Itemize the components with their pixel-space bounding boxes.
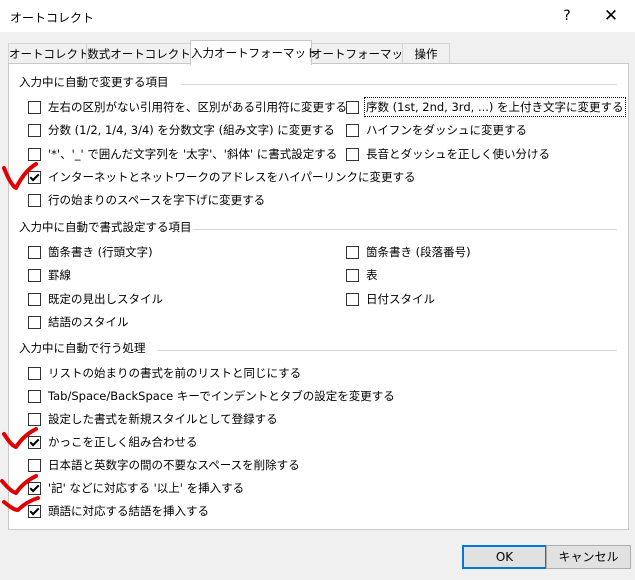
- checkbox-label: インターネットとネットワークのアドレスをハイパーリンクに変更する: [48, 170, 416, 184]
- checkbox-label: 日本語と英数字の間の不要なスペースを削除する: [48, 458, 300, 472]
- checkbox-insert-ijou[interactable]: '記' などに対応する '以上' を挿入する: [28, 480, 244, 496]
- checkbox-label: 日付スタイル: [366, 292, 435, 306]
- checkbox-box[interactable]: [28, 481, 41, 495]
- tab-panel: 入力中に自動で変更する項目 左右の区別がない引用符を、区別がある引用符に変更する…: [8, 63, 629, 530]
- checkbox-box[interactable]: [28, 193, 41, 207]
- checkbox-label: 箇条書き (段落番号): [366, 245, 471, 259]
- checkbox-date-style[interactable]: 日付スタイル: [346, 291, 435, 307]
- checkbox-box[interactable]: [28, 458, 41, 472]
- checkbox-tables[interactable]: 表: [346, 267, 378, 283]
- checkbox-label: 既定の見出しスタイル: [48, 292, 163, 306]
- checkbox-label: Tab/Space/BackSpace キーでインデントとタブの設定を変更する: [48, 389, 395, 403]
- checkbox-box[interactable]: [28, 389, 41, 403]
- close-button[interactable]: ✕: [596, 2, 626, 30]
- checkbox-fractions[interactable]: 分数 (1/2, 1/4, 3/4) を分数文字 (組み文字) に変更する: [28, 122, 335, 138]
- section-title: 入力中に自動で書式設定する項目: [19, 220, 192, 234]
- checkbox-leading-space-indent[interactable]: 行の始まりのスペースを字下げに変更する: [28, 192, 265, 208]
- section-title: 入力中に自動で変更する項目: [19, 75, 169, 89]
- checkbox-label: 設定した書式を新規スタイルとして登録する: [48, 412, 278, 426]
- checkbox-box[interactable]: [28, 147, 41, 161]
- checkbox-box[interactable]: [346, 292, 359, 306]
- checkbox-label: 罫線: [48, 268, 71, 282]
- checkbox-label: 序数 (1st, 2nd, 3rd, ...) を上付き文字に変更する: [364, 97, 626, 117]
- section-divider: [193, 229, 617, 230]
- checkbox-define-styles[interactable]: 設定した書式を新規スタイルとして登録する: [28, 411, 278, 427]
- checkbox-box[interactable]: [28, 100, 41, 114]
- checkbox-list-format[interactable]: リストの始まりの書式を前のリストと同じにする: [28, 365, 301, 381]
- cancel-button[interactable]: キャンセル: [546, 545, 631, 569]
- section-title: 入力中に自動で行う処理: [19, 341, 146, 355]
- window-title: オートコレクト: [10, 11, 95, 25]
- checkbox-box[interactable]: [28, 504, 41, 518]
- checkbox-smart-quotes[interactable]: 左右の区別がない引用符を、区別がある引用符に変更する: [28, 99, 347, 115]
- checkbox-label: 行の始まりのスペースを字下げに変更する: [48, 193, 266, 207]
- checkbox-label: 左右の区別がない引用符を、区別がある引用符に変更する: [48, 100, 347, 114]
- checkbox-label: '*'、'_' で囲んだ文字列を '太字'、'斜体' に書式設定する: [48, 147, 338, 161]
- tab-actions[interactable]: 操作: [402, 43, 450, 64]
- tab-autoformat[interactable]: オートフォーマット: [310, 43, 415, 64]
- tab-autoformat-as-you-type[interactable]: 入力オートフォーマット: [190, 40, 318, 65]
- checkbox-numbered-lists[interactable]: 箇条書き (段落番号): [346, 244, 471, 260]
- checkbox-box[interactable]: [346, 100, 359, 114]
- checkbox-hyperlinks[interactable]: インターネットとネットワークのアドレスをハイパーリンクに変更する: [28, 169, 416, 185]
- tab-autocorrect[interactable]: オートコレクト: [8, 43, 90, 64]
- checkbox-insert-closing-phrase[interactable]: 頭語に対応する結語を挿入する: [28, 503, 209, 519]
- checkbox-box[interactable]: [28, 268, 41, 282]
- checkbox-remove-spaces[interactable]: 日本語と英数字の間の不要なスペースを削除する: [28, 457, 300, 473]
- checkbox-label: 結語のスタイル: [48, 315, 129, 329]
- section-automatically-as-you-type: 入力中に自動で行う処理: [19, 340, 146, 356]
- title-bar: オートコレクト ? ✕: [0, 0, 635, 32]
- checkbox-box[interactable]: [28, 435, 41, 449]
- checkbox-box[interactable]: [346, 147, 359, 161]
- checkbox-bulleted-lists[interactable]: 箇条書き (行頭文字): [28, 244, 153, 260]
- checkbox-box[interactable]: [346, 245, 359, 259]
- checkbox-box[interactable]: [28, 123, 41, 137]
- checkbox-label: ハイフンをダッシュに変更する: [366, 123, 527, 137]
- checkbox-box[interactable]: [28, 315, 41, 329]
- section-divider: [181, 84, 617, 85]
- checkbox-box[interactable]: [28, 245, 41, 259]
- checkbox-ordinals[interactable]: 序数 (1st, 2nd, 3rd, ...) を上付き文字に変更する: [346, 97, 626, 117]
- help-button[interactable]: ?: [552, 2, 582, 30]
- checkbox-box[interactable]: [28, 170, 41, 184]
- checkbox-label: '記' などに対応する '以上' を挿入する: [48, 481, 245, 495]
- checkbox-label: リストの始まりの書式を前のリストと同じにする: [48, 366, 302, 380]
- checkbox-closing-style[interactable]: 結語のスタイル: [28, 314, 129, 330]
- checkbox-label: かっこを正しく組み合わせる: [48, 435, 198, 449]
- checkbox-label: 表: [366, 268, 378, 282]
- checkbox-box[interactable]: [28, 412, 41, 426]
- checkbox-label: 頭語に対応する結語を挿入する: [48, 504, 209, 518]
- checkbox-box[interactable]: [28, 292, 41, 306]
- section-divider: [157, 350, 617, 351]
- ok-button[interactable]: OK: [462, 545, 547, 569]
- section-format-as-you-type: 入力中に自動で書式設定する項目: [19, 219, 192, 235]
- checkbox-hyphens-to-dash[interactable]: ハイフンをダッシュに変更する: [346, 122, 527, 138]
- checkbox-label: 長音とダッシュを正しく使い分ける: [366, 147, 550, 161]
- checkbox-box[interactable]: [346, 123, 359, 137]
- section-replace-as-you-type: 入力中に自動で変更する項目: [19, 74, 169, 90]
- checkbox-long-vowel-dash[interactable]: 長音とダッシュを正しく使い分ける: [346, 146, 550, 162]
- checkbox-label: 箇条書き (行頭文字): [48, 245, 153, 259]
- checkbox-borders[interactable]: 罫線: [28, 267, 71, 283]
- checkbox-label: 分数 (1/2, 1/4, 3/4) を分数文字 (組み文字) に変更する: [48, 123, 335, 137]
- checkbox-bold-italic[interactable]: '*'、'_' で囲んだ文字列を '太字'、'斜体' に書式設定する: [28, 146, 337, 162]
- checkbox-box[interactable]: [28, 366, 41, 380]
- checkbox-match-parentheses[interactable]: かっこを正しく組み合わせる: [28, 434, 198, 450]
- checkbox-heading-styles[interactable]: 既定の見出しスタイル: [28, 291, 163, 307]
- tab-math-autocorrect[interactable]: 数式オートコレクト: [86, 43, 192, 64]
- checkbox-box[interactable]: [346, 268, 359, 282]
- checkbox-tab-indent[interactable]: Tab/Space/BackSpace キーでインデントとタブの設定を変更する: [28, 388, 395, 404]
